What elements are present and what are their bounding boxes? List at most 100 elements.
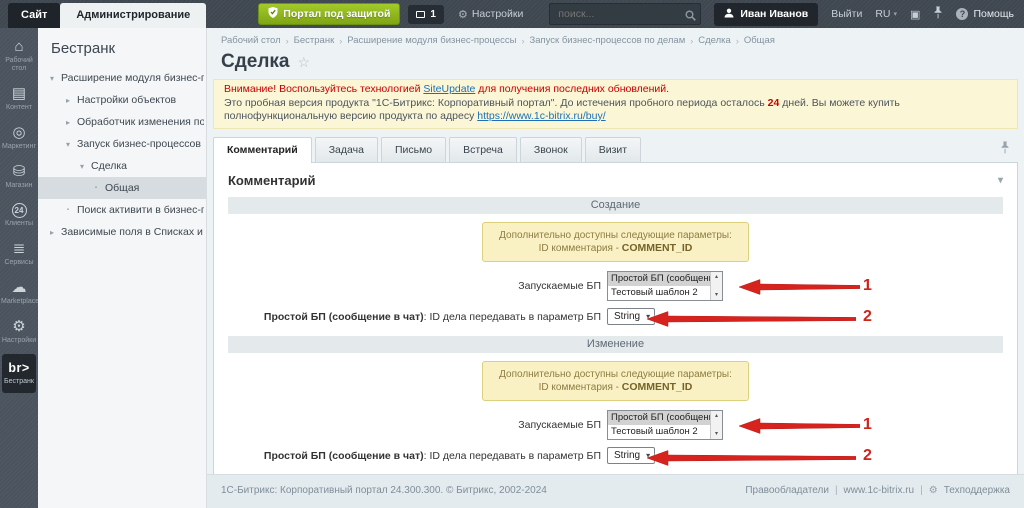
sidebar-item[interactable]: ▾Сделка [38, 155, 206, 177]
user-icon [724, 8, 734, 21]
buy-link[interactable]: https://www.1c-bitrix.ru/buy/ [477, 110, 605, 122]
bp-option[interactable]: Простой БП (сообщение в чат) [608, 272, 710, 286]
bp-label: Запускаемые БП [214, 280, 607, 292]
bp-multiselect[interactable]: Простой БП (сообщение в чат)Тестовый шаб… [607, 410, 723, 440]
sidebar-item[interactable]: ▸Обработчик изменения полей [38, 111, 206, 133]
collapsed-marker-icon: ▸ [48, 228, 56, 237]
sidebar-item[interactable]: ▪Поиск активити в бизнес-процессах [38, 199, 206, 221]
listbox-scrollbar[interactable]: ▴ ▾ [710, 411, 722, 439]
rail-item-shop[interactable]: ⛁Магазин [0, 158, 38, 197]
listbox-scrollbar[interactable]: ▴ ▾ [710, 272, 722, 300]
tab-meeting[interactable]: Встреча [449, 137, 517, 162]
annotation-arrow-1 [738, 278, 860, 296]
tab-comment[interactable]: Комментарий [213, 137, 312, 163]
bp-option[interactable]: Тестовый шаблон 2 [608, 425, 710, 439]
favorite-star-icon[interactable]: ☆ [298, 54, 311, 71]
rail-item-label: Клиенты [5, 220, 33, 228]
topbar-settings-button[interactable]: ⚙ Настройки [458, 8, 523, 21]
form-section: Изменение Дополнительно доступны следующ… [214, 336, 1017, 467]
section-title: Создание [228, 197, 1003, 214]
notice-line-trial: Это пробная версия продукта "1С-Битрикс:… [224, 97, 1007, 124]
pin-icon[interactable] [933, 6, 943, 22]
portal-protected-button[interactable]: Портал под защитой [258, 3, 400, 25]
bp-multiselect[interactable]: Простой БП (сообщение в чат)Тестовый шаб… [607, 271, 723, 301]
rail-item-desktop[interactable]: ⌂Рабочий стол [0, 33, 38, 80]
form-section: Создание Дополнительно доступны следующи… [214, 197, 1017, 328]
tab-visit[interactable]: Визит [585, 137, 641, 162]
help-button[interactable]: ? Помощь [956, 8, 1014, 20]
tab-administration[interactable]: Администрирование [60, 3, 206, 28]
bp-option[interactable]: Простой БП (сообщение в чат) [608, 411, 710, 425]
siteupdate-link[interactable]: SiteUpdate [423, 83, 475, 95]
expanded-marker-icon: ▾ [48, 74, 56, 83]
tab-call[interactable]: Звонок [520, 137, 582, 162]
rail-item-marketplace[interactable]: ☁Marketplace [0, 274, 38, 313]
search-box [549, 3, 701, 25]
breadcrumb-item[interactable]: Рабочий стол [221, 35, 281, 46]
breadcrumb-item[interactable]: Сделка [698, 35, 731, 46]
footer-link[interactable]: Техподдержка [944, 485, 1010, 496]
tab-task[interactable]: Задача [315, 137, 378, 162]
info-line: Дополнительно доступны следующие парамет… [499, 229, 732, 242]
sidebar-item-label: Настройки объектов [77, 94, 176, 106]
annotation-arrow-1 [738, 417, 860, 435]
scroll-down-icon[interactable]: ▾ [715, 290, 718, 300]
pin-icon[interactable] [1000, 141, 1010, 159]
rail-item-services[interactable]: ≣Сервисы [0, 235, 38, 274]
expanded-marker-icon: ▾ [78, 162, 86, 171]
bp-option[interactable]: Тестовый шаблон 2 [608, 286, 710, 300]
layers-icon: ≣ [13, 241, 26, 257]
sidebar-item[interactable]: ▪Общая [38, 177, 206, 199]
rail-item-settings[interactable]: ⚙Настройки [0, 313, 38, 352]
user-menu-button[interactable]: Иван Иванов [714, 3, 818, 26]
logout-link[interactable]: Выйти [831, 8, 862, 20]
scroll-up-icon[interactable]: ▴ [715, 411, 718, 421]
rail-item-label: Контент [6, 104, 32, 112]
sidebar-item-label: Поиск активити в бизнес-процессах [77, 204, 204, 216]
notification-counter[interactable]: 1 [408, 5, 444, 24]
tab-site[interactable]: Сайт [8, 3, 60, 28]
params-info-box: Дополнительно доступны следующие парамет… [482, 222, 749, 262]
form-panel: Комментарий ▾ Создание Дополнительно дос… [213, 162, 1018, 508]
info-line: Дополнительно доступны следующие парамет… [499, 368, 732, 381]
language-selector[interactable]: RU▾ [875, 8, 897, 20]
sidebar-item-label: Обработчик изменения полей [77, 116, 204, 128]
sidebar-item[interactable]: ▾Расширение модуля бизнес-процессы [38, 67, 206, 89]
rail-item-bitrix[interactable]: br>Бестранк [2, 354, 36, 393]
scroll-down-icon[interactable]: ▾ [715, 429, 718, 439]
days-left: 24 [768, 97, 780, 109]
scroll-up-icon[interactable]: ▴ [715, 272, 718, 282]
sidebar-item[interactable]: ▸Настройки объектов [38, 89, 206, 111]
search-icon[interactable] [685, 8, 696, 26]
param-label: Простой БП (сообщение в чат): ID дела пе… [214, 311, 607, 323]
rail-item-content[interactable]: ▤ Контент [0, 80, 38, 119]
rail-item-clients[interactable]: 24Клиенты [0, 197, 38, 235]
shield-icon [268, 7, 278, 21]
rail-item-marketing[interactable]: ◎Маркетинг [0, 119, 38, 158]
footer-link[interactable]: Правообладатели [745, 485, 829, 496]
document-icon: ▤ [12, 86, 26, 102]
sidebar-item[interactable]: ▾Запуск бизнес-процессов по делам [38, 133, 206, 155]
breadcrumb-item[interactable]: Расширение модуля бизнес-процессы [347, 35, 516, 46]
trial-notice: Внимание! Воспользуйтесь технологией Sit… [213, 79, 1018, 129]
rail-item-label: Бестранк [4, 378, 34, 386]
sidebar-item[interactable]: ▸Зависимые поля в Списках и Процессах [38, 221, 206, 243]
bp-label: Запускаемые БП [214, 419, 607, 431]
chevron-down-icon: ▾ [894, 10, 898, 18]
info-line: ID комментария - COMMENT_ID [499, 242, 732, 255]
breadcrumb-item[interactable]: Общая [744, 35, 775, 46]
rail-item-label: Marketplace [1, 298, 37, 306]
breadcrumb-item[interactable]: Запуск бизнес-процессов по делам [529, 35, 685, 46]
search-input[interactable] [549, 3, 701, 25]
annotation-number-1: 1 [863, 277, 872, 295]
param-label: Простой БП (сообщение в чат): ID дела пе… [214, 450, 607, 462]
annotation-arrow-2 [646, 310, 856, 328]
main-area: Рабочий стол›Бестранк›Расширение модуля … [207, 28, 1024, 508]
collapse-chevron-icon[interactable]: ▾ [998, 175, 1003, 186]
annotation-number-2: 2 [863, 447, 872, 465]
footer-link[interactable]: www.1c-bitrix.ru [844, 485, 915, 496]
breadcrumb-item[interactable]: Бестранк [294, 35, 335, 46]
desktop-mode-icon[interactable]: ▣ [910, 8, 920, 21]
tab-letter[interactable]: Письмо [381, 137, 446, 162]
page-title: Сделка [221, 51, 290, 73]
